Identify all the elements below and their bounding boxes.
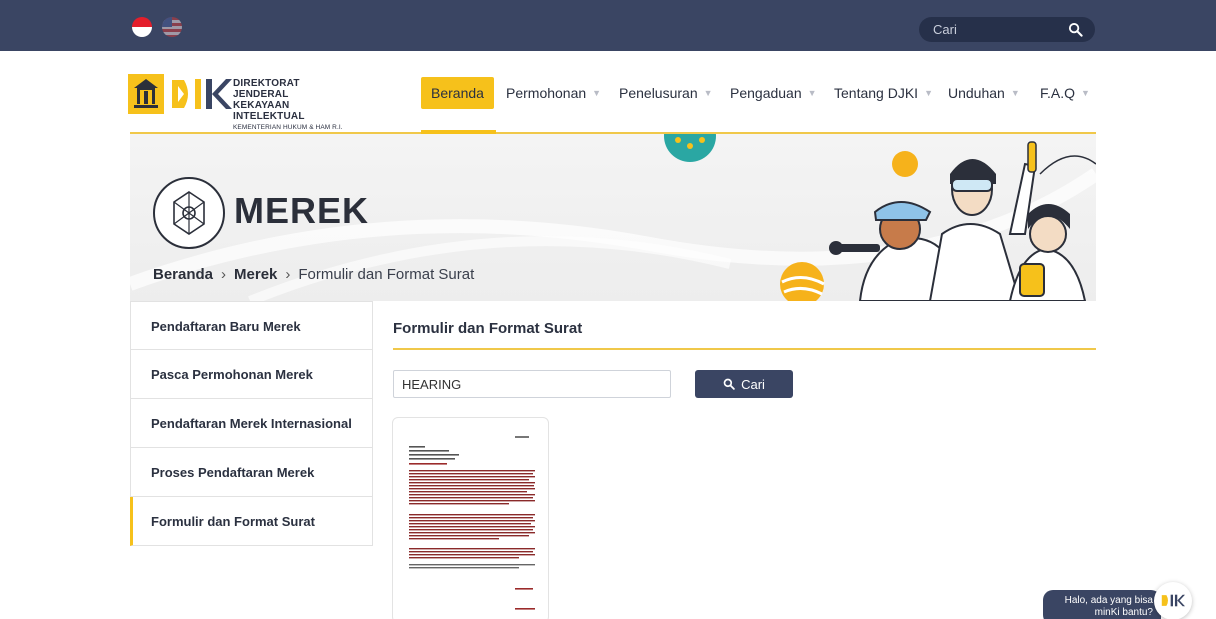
breadcrumb-section[interactable]: Merek (234, 266, 277, 283)
breadcrumb-home[interactable]: Beranda (153, 266, 213, 283)
search-button[interactable]: Cari (695, 370, 793, 398)
breadcrumb: Beranda › Merek › Formulir dan Format Surat (153, 266, 474, 283)
section-title: Formulir dan Format Surat (393, 320, 583, 337)
chevron-down-icon: ▼ (1081, 88, 1090, 98)
nav-item-label: Unduhan (948, 85, 1005, 101)
nav-item-beranda[interactable]: Beranda (421, 77, 494, 109)
chevron-down-icon: ▼ (924, 88, 933, 98)
chevron-down-icon: ▼ (807, 88, 817, 98)
nav-item-permohonan[interactable]: Permohonan ▼ (506, 77, 601, 109)
nav-item-faq[interactable]: F.A.Q ▼ (1040, 77, 1090, 109)
chatbot-avatar[interactable] (1154, 582, 1192, 619)
chat-greeting-bubble[interactable]: Halo, ada yang bisa minKi bantu? (1043, 590, 1161, 619)
nav-item-label: Permohonan (506, 85, 587, 101)
document-thumbnail (405, 428, 540, 619)
breadcrumb-separator: › (221, 266, 227, 283)
nav-item-unduhan[interactable]: Unduhan ▼ (948, 77, 1020, 109)
djki-wordmark-icon (172, 79, 232, 109)
search-icon[interactable] (1068, 22, 1083, 37)
chat-greeting-line-2: minKi bantu? (1094, 607, 1153, 618)
sidebar-item-formulir[interactable]: Formulir dan Format Surat (130, 497, 373, 546)
sidebar-item-label: Pendaftaran Baru Merek (151, 319, 301, 334)
page-title: MEREK (234, 190, 370, 231)
chevron-down-icon: ▼ (703, 88, 713, 98)
top-search-box (919, 17, 1095, 42)
nav-item-pengaduan[interactable]: Pengaduan ▼ (730, 77, 817, 109)
chevron-down-icon: ▼ (592, 88, 602, 98)
logo-text: DIREKTORAT JENDERAL KEKAYAAN INTELEKTUAL… (233, 78, 358, 133)
nav-item-label: Pengaduan (730, 85, 802, 101)
us-flag-icon[interactable] (162, 17, 182, 37)
garuda-emblem-icon (128, 74, 164, 114)
document-search-input[interactable] (393, 370, 671, 398)
nav-item-label: F.A.Q (1040, 85, 1076, 101)
nav-item-label: Penelusuran (619, 85, 698, 101)
trademark-icon (153, 177, 225, 249)
sidebar-item-pendaftaran-baru[interactable]: Pendaftaran Baru Merek (130, 301, 373, 350)
section-divider (393, 348, 1096, 350)
breadcrumb-current: Formulir dan Format Surat (298, 266, 475, 283)
sidebar-item-label: Pendaftaran Merek Internasional (151, 416, 352, 431)
sidebar-item-merek-internasional[interactable]: Pendaftaran Merek Internasional (130, 399, 373, 448)
document-card[interactable] (392, 417, 549, 619)
page-banner: MEREK Beranda › Merek › Formulir dan Format … (130, 134, 1096, 301)
sidebar-item-label: Pasca Permohonan Merek (151, 367, 313, 382)
top-search-input[interactable] (933, 17, 1063, 42)
nav-item-label: Beranda (431, 85, 484, 101)
chevron-down-icon: ▼ (1010, 88, 1020, 98)
indonesia-flag-icon[interactable] (132, 17, 152, 37)
sidebar-item-label: Proses Pendaftaran Merek (151, 465, 315, 480)
breadcrumb-separator: › (285, 266, 291, 283)
logo-line-2: KEKAYAAN INTELEKTUAL (233, 100, 305, 122)
search-icon (723, 378, 735, 390)
nav-item-tentang-djki[interactable]: Tentang DJKI ▼ (834, 77, 933, 109)
sidebar: Pendaftaran Baru Merek Pasca Permohonan … (130, 301, 373, 546)
nav-item-penelusuran[interactable]: Penelusuran ▼ (619, 77, 713, 109)
logo-line-1: DIREKTORAT JENDERAL (233, 78, 300, 100)
djki-logo-icon (1161, 594, 1185, 607)
djki-logo[interactable]: DIREKTORAT JENDERAL KEKAYAAN INTELEKTUAL… (128, 74, 358, 131)
sidebar-item-label: Formulir dan Format Surat (151, 514, 315, 529)
sidebar-item-pasca-permohonan[interactable]: Pasca Permohonan Merek (130, 350, 373, 399)
top-bar (0, 0, 1216, 51)
sidebar-item-proses-pendaftaran[interactable]: Proses Pendaftaran Merek (130, 448, 373, 497)
chat-greeting-line-1: Halo, ada yang bisa (1064, 595, 1153, 606)
search-button-label: Cari (741, 376, 765, 392)
nav-item-label: Tentang DJKI (834, 85, 919, 101)
